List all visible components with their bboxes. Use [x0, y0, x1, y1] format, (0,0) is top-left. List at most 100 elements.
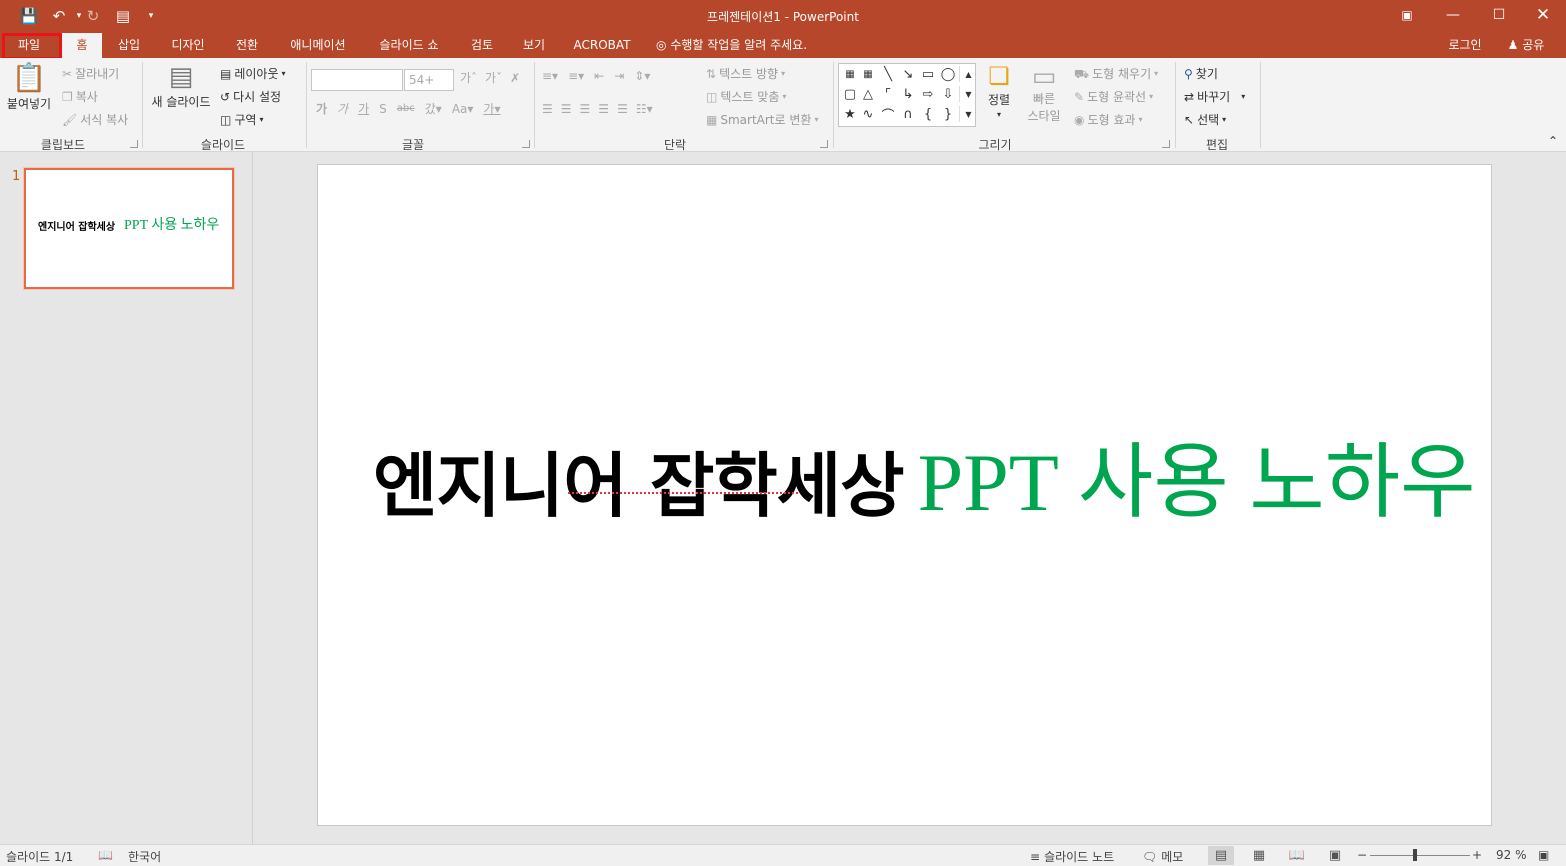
arc-shape-icon[interactable]: ⌒: [879, 106, 897, 124]
align-center-icon[interactable]: ☰: [561, 103, 572, 115]
cut-button[interactable]: ✂ 잘라내기: [62, 65, 119, 82]
scroll-down-icon[interactable]: ▼: [959, 86, 977, 102]
italic-icon[interactable]: 가: [337, 103, 348, 115]
zoom-out-icon[interactable]: −: [1357, 848, 1367, 862]
minimize-icon[interactable]: —: [1430, 0, 1476, 30]
collapse-ribbon-icon[interactable]: ⌃: [1548, 134, 1558, 148]
tab-design[interactable]: 디자인: [162, 33, 214, 58]
language-status[interactable]: 한국어: [128, 848, 161, 865]
zoom-in-icon[interactable]: +: [1472, 848, 1482, 862]
slide-canvas[interactable]: 엔지니어 잡학세상 PPT 사용 노하우: [317, 164, 1492, 826]
distributed-icon[interactable]: ☰: [617, 103, 628, 115]
scribble-shape-icon[interactable]: ∿: [859, 106, 877, 122]
strikethrough-icon[interactable]: abc: [397, 104, 415, 114]
fit-to-window-icon[interactable]: ▣: [1538, 848, 1549, 862]
slideshow-view-icon[interactable]: ▣: [1322, 846, 1348, 865]
text-direction-button[interactable]: ⇅ 텍스트 방향 ▾: [706, 65, 785, 82]
shrink-font-icon[interactable]: 가ˇ: [485, 72, 502, 84]
zoom-slider-thumb[interactable]: [1413, 849, 1417, 861]
quick-styles-button[interactable]: ▭ 빠른 스타일: [1020, 64, 1068, 124]
replace-button[interactable]: ⇄ 바꾸기 ▾: [1184, 88, 1245, 105]
vertical-scrollbar[interactable]: [1548, 152, 1566, 844]
slide-thumbnail[interactable]: 엔지니어 잡학세상 PPT 사용 노하우: [24, 168, 234, 289]
shape-fill-button[interactable]: ⛟ 도형 채우기 ▾: [1074, 65, 1158, 82]
shape-effects-button[interactable]: ◉ 도형 효과 ▾: [1074, 111, 1142, 128]
scroll-up-icon[interactable]: ▲: [959, 66, 977, 82]
notes-button[interactable]: ≡ 슬라이드 노트: [1030, 848, 1114, 865]
font-name-box[interactable]: [311, 69, 403, 91]
tab-acrobat[interactable]: ACROBAT: [566, 33, 638, 58]
elbow-connector-shape-icon[interactable]: ⌜: [879, 86, 897, 102]
line-shape-icon[interactable]: ╲: [879, 66, 897, 82]
rectangle-shape-icon[interactable]: ▭: [919, 66, 937, 82]
comments-button[interactable]: 🗨 메모: [1142, 848, 1183, 865]
char-spacing-icon[interactable]: 갔▾: [425, 103, 442, 115]
right-brace-shape-icon[interactable]: }: [939, 106, 957, 122]
tab-slideshow[interactable]: 슬라이드 쇼: [368, 33, 450, 58]
line-spacing-icon[interactable]: ⇕▾: [634, 70, 650, 82]
find-button[interactable]: ⚲ 찾기: [1184, 65, 1218, 82]
left-brace-shape-icon[interactable]: {: [919, 106, 937, 122]
paragraph-launcher-icon[interactable]: [820, 140, 828, 148]
clipboard-launcher-icon[interactable]: [130, 140, 138, 148]
tab-home[interactable]: 홈: [62, 33, 102, 58]
drawing-launcher-icon[interactable]: [1162, 140, 1170, 148]
more-shapes-icon[interactable]: ▼: [959, 106, 977, 122]
slide-sorter-view-icon[interactable]: ▦: [1246, 846, 1272, 865]
down-arrow-shape-icon[interactable]: ⇩: [939, 86, 957, 102]
shapes-gallery[interactable]: ▦ ▦ ╲ ↘ ▭ ◯ ▢ △ ⌜ ↳ ⇨ ⇩ ★ ∿ ⌒ ∩ { } ▲ ▼ …: [838, 63, 976, 127]
reset-button[interactable]: ↺ 다시 설정: [220, 88, 281, 105]
arrow-line-shape-icon[interactable]: ↘: [899, 66, 917, 82]
align-left-icon[interactable]: ☰: [542, 103, 553, 115]
shadow-icon[interactable]: S: [379, 103, 387, 115]
tab-transitions[interactable]: 전환: [226, 33, 268, 58]
increase-indent-icon[interactable]: ⇥: [614, 70, 624, 82]
triangle-shape-icon[interactable]: △: [859, 86, 877, 102]
login-link[interactable]: 로그인: [1440, 33, 1490, 58]
paste-button[interactable]: 📋 붙여넣기: [6, 64, 52, 112]
align-right-icon[interactable]: ☰: [580, 103, 591, 115]
font-size-box[interactable]: 54+: [404, 69, 454, 91]
bold-icon[interactable]: 가: [316, 103, 327, 115]
rounded-rect-shape-icon[interactable]: ▢: [841, 86, 859, 102]
freeform-shape-icon[interactable]: ★: [841, 106, 859, 122]
underline-icon[interactable]: 가: [358, 103, 369, 115]
section-button[interactable]: ◫ 구역 ▾: [220, 111, 263, 128]
maximize-icon[interactable]: ☐: [1476, 0, 1522, 30]
columns-icon[interactable]: ☷▾: [636, 103, 653, 115]
smartart-button[interactable]: ▦ SmartArt로 변환 ▾: [706, 111, 818, 128]
vertical-textbox-shape-icon[interactable]: ▦: [859, 66, 877, 82]
select-button[interactable]: ↖ 선택 ▾: [1184, 111, 1226, 128]
align-text-button[interactable]: ◫ 텍스트 맞춤 ▾: [706, 88, 786, 105]
elbow-arrow-shape-icon[interactable]: ↳: [899, 86, 917, 102]
decrease-indent-icon[interactable]: ⇤: [594, 70, 604, 82]
reading-view-icon[interactable]: 📖: [1284, 846, 1310, 865]
font-launcher-icon[interactable]: [522, 140, 530, 148]
tell-me-box[interactable]: ◎ 수행할 작업을 알려 주세요.: [656, 33, 826, 58]
ribbon-display-options-icon[interactable]: ▣: [1384, 0, 1430, 30]
numbering-icon[interactable]: ≡▾: [568, 70, 584, 82]
oval-shape-icon[interactable]: ◯: [939, 66, 957, 82]
close-icon[interactable]: ✕: [1520, 0, 1566, 30]
layout-button[interactable]: ▤ 레이아웃 ▾: [220, 65, 286, 82]
copy-button[interactable]: ❐ 복사: [62, 88, 98, 105]
font-color-icon[interactable]: 가▾: [483, 103, 500, 115]
grow-font-icon[interactable]: 가ˆ: [460, 72, 477, 84]
normal-view-icon[interactable]: ▤: [1208, 846, 1234, 865]
slide-title-textbox[interactable]: 엔지니어 잡학세상 PPT 사용 노하우: [373, 415, 1476, 534]
arrange-button[interactable]: ❏ 정렬 ▾: [982, 64, 1016, 119]
format-painter-button[interactable]: 🖌 서식 복사: [62, 111, 128, 128]
curve-shape-icon[interactable]: ∩: [899, 106, 917, 122]
spelling-status-icon[interactable]: 📖: [98, 848, 113, 862]
tab-insert[interactable]: 삽입: [108, 33, 150, 58]
zoom-level[interactable]: 92 %: [1496, 848, 1527, 862]
tab-animations[interactable]: 애니메이션: [280, 33, 356, 58]
textbox-shape-icon[interactable]: ▦: [841, 66, 859, 82]
zoom-slider[interactable]: [1370, 855, 1470, 856]
bullets-icon[interactable]: ≡▾: [542, 70, 558, 82]
tab-review[interactable]: 검토: [462, 33, 502, 58]
right-arrow-shape-icon[interactable]: ⇨: [919, 86, 937, 102]
share-button[interactable]: ♟ 공유: [1496, 33, 1556, 58]
shape-outline-button[interactable]: ✎ 도형 윤곽선 ▾: [1074, 88, 1153, 105]
clear-format-icon[interactable]: ✗: [510, 72, 520, 84]
